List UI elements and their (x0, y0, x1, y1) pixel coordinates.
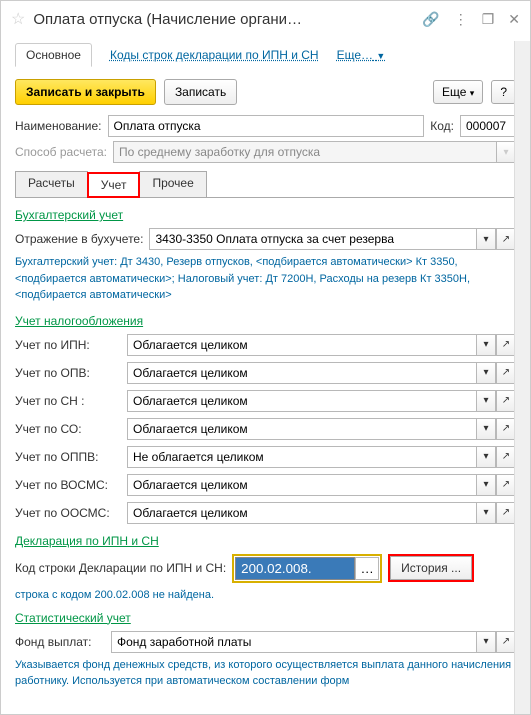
decl-ellipsis-button[interactable]: … (355, 557, 379, 580)
sn-label: Учет по СН : (15, 394, 123, 408)
opv-input[interactable] (127, 362, 476, 384)
vosms-input[interactable] (127, 474, 476, 496)
declaration-section-title: Декларация по ИПН и СН (15, 534, 516, 548)
stat-section-title: Статистический учет (15, 611, 516, 625)
ipn-dropdown-button[interactable]: ▾ (476, 334, 496, 356)
fund-label: Фонд выплат: (15, 635, 105, 649)
kebab-icon[interactable]: ⋮ (454, 11, 468, 28)
method-label: Способ расчета: (15, 145, 107, 159)
sn-dropdown-button[interactable]: ▾ (476, 390, 496, 412)
decl-code-label: Код строки Декларации по ИПН и СН: (15, 561, 226, 575)
oppv-dropdown-button[interactable]: ▾ (476, 446, 496, 468)
vosms-open-button[interactable]: ↗ (496, 474, 516, 496)
window-title: Оплата отпуска (Начисление органи… (33, 11, 414, 28)
so-label: Учет по СО: (15, 422, 123, 436)
ipn-input[interactable] (127, 334, 476, 356)
save-close-button[interactable]: Записать и закрыть (15, 79, 156, 105)
so-dropdown-button[interactable]: ▾ (476, 418, 496, 440)
decl-warning: строка с кодом 200.02.008 не найдена. (15, 589, 516, 601)
oosms-input[interactable] (127, 502, 476, 524)
oosms-open-button[interactable]: ↗ (496, 502, 516, 524)
opv-open-button[interactable]: ↗ (496, 362, 516, 384)
ipn-open-button[interactable]: ↗ (496, 334, 516, 356)
reflect-open-button[interactable]: ↗ (496, 228, 516, 250)
history-button[interactable]: История ... (388, 554, 474, 582)
tax-section-title: Учет налогообложения (15, 314, 516, 328)
ipn-label: Учет по ИПН: (15, 338, 123, 352)
nav-more[interactable]: Еще… ▼ (337, 48, 386, 62)
reflect-label: Отражение в бухучете: (15, 232, 143, 246)
opv-label: Учет по ОПВ: (15, 366, 123, 380)
help-button[interactable]: ? (491, 80, 516, 104)
stat-info: Указывается фонд денежных средств, из ко… (15, 657, 516, 690)
link-icon[interactable]: 🔗 (422, 11, 439, 28)
code-input[interactable] (460, 115, 516, 137)
oppv-open-button[interactable]: ↗ (496, 446, 516, 468)
vosms-dropdown-button[interactable]: ▾ (476, 474, 496, 496)
tab-other[interactable]: Прочее (139, 171, 206, 197)
oppv-label: Учет по ОППВ: (15, 450, 123, 464)
fund-input[interactable] (111, 631, 476, 653)
vosms-label: Учет по ВОСМС: (15, 478, 123, 492)
oppv-input[interactable] (127, 446, 476, 468)
opv-dropdown-button[interactable]: ▾ (476, 362, 496, 384)
nav-main[interactable]: Основное (15, 43, 92, 67)
more-button[interactable]: Еще ▾ (433, 80, 483, 104)
name-label: Наименование: (15, 119, 102, 133)
code-label: Код: (430, 119, 454, 133)
save-button[interactable]: Записать (164, 79, 237, 105)
so-open-button[interactable]: ↗ (496, 418, 516, 440)
method-dropdown-button: ▾ (496, 141, 516, 163)
oosms-dropdown-button[interactable]: ▾ (476, 502, 496, 524)
method-input (113, 141, 496, 163)
tab-calc[interactable]: Расчеты (15, 171, 88, 197)
name-input[interactable] (108, 115, 425, 137)
so-input[interactable] (127, 418, 476, 440)
sn-input[interactable] (127, 390, 476, 412)
fund-dropdown-button[interactable]: ▾ (476, 631, 496, 653)
oosms-label: Учет по ООСМС: (15, 506, 123, 520)
vertical-scrollbar[interactable] (514, 41, 530, 714)
close-icon[interactable]: ✕ (508, 11, 520, 28)
favorite-star-icon[interactable]: ☆ (11, 9, 25, 29)
reflect-dropdown-button[interactable]: ▾ (476, 228, 496, 250)
sn-open-button[interactable]: ↗ (496, 390, 516, 412)
accounting-section-title: Бухгалтерский учет (15, 208, 516, 222)
tab-account[interactable]: Учет (87, 172, 141, 198)
decl-code-input[interactable] (235, 557, 355, 580)
reflect-input[interactable] (149, 228, 476, 250)
fund-open-button[interactable]: ↗ (496, 631, 516, 653)
nav-codes[interactable]: Коды строк декларации по ИПН и СН (110, 48, 319, 62)
accounting-info: Бухгалтерский учет: Дт 3430, Резерв отпу… (15, 254, 516, 304)
detach-icon[interactable]: ❐ (482, 11, 495, 28)
